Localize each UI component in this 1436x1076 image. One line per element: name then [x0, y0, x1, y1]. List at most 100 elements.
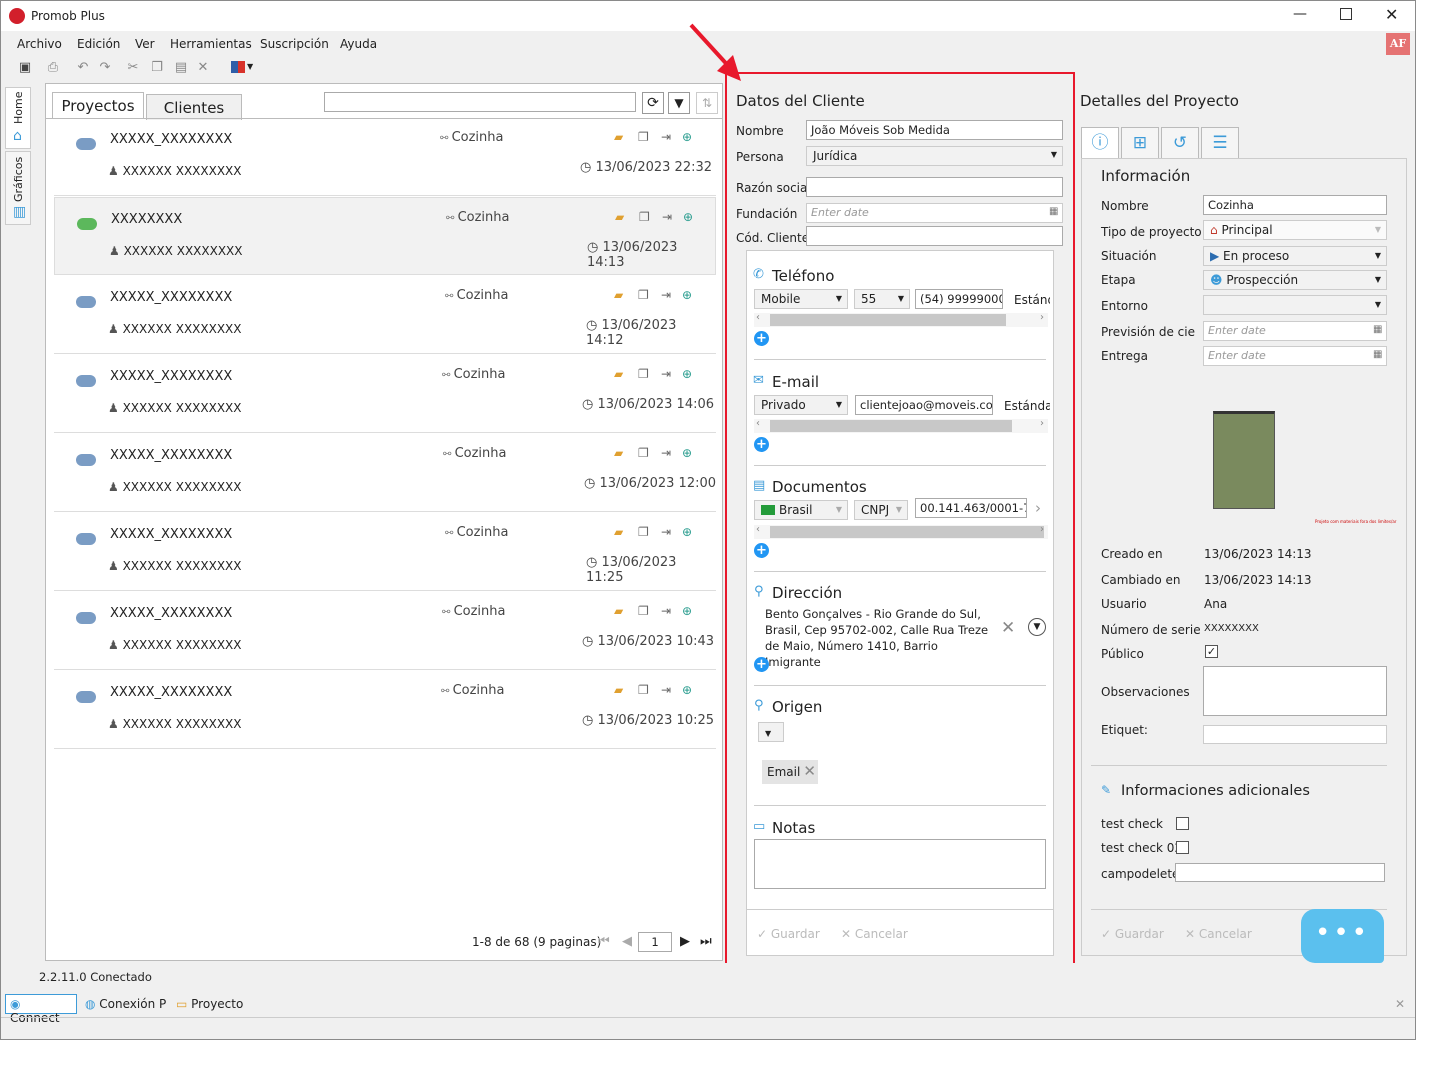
table-row[interactable]: XXXXX_XXXXXXXX ♟ XXXXXX XXXXXXXX ⚯ Cozinha… — [54, 671, 716, 749]
test-check-02-checkbox[interactable] — [1176, 841, 1189, 854]
status-tab-connect[interactable]: ◉ Connect — [5, 994, 77, 1025]
copy-icon[interactable]: ❐ — [639, 210, 652, 224]
campodelete-input[interactable] — [1175, 863, 1385, 882]
export-icon[interactable]: ⇥ — [661, 130, 674, 144]
project-cancel-button[interactable]: ✕ Cancelar — [1185, 927, 1252, 941]
share-tree-icon[interactable]: ⊕ — [682, 604, 695, 618]
copy-icon[interactable]: ❐ — [638, 446, 651, 460]
export-icon[interactable]: ⇥ — [661, 683, 674, 697]
export-icon[interactable]: ⇥ — [661, 604, 674, 618]
tab-checklist-icon[interactable]: ☰ — [1201, 127, 1239, 159]
export-icon[interactable]: ⇥ — [661, 446, 674, 460]
export-icon[interactable]: ⇥ — [662, 210, 675, 224]
next-page-icon[interactable]: ▶ — [680, 934, 690, 949]
maximize-button[interactable] — [1340, 8, 1352, 20]
open-folder-icon[interactable]: ▰ — [614, 367, 627, 381]
test-check-checkbox[interactable] — [1176, 817, 1189, 830]
menu-ver[interactable]: Ver — [135, 37, 155, 51]
menu-archivo[interactable]: Archivo — [17, 37, 62, 51]
project-name-input[interactable]: Cozinha — [1203, 195, 1387, 215]
export-icon[interactable]: ⇥ — [661, 288, 674, 302]
table-row[interactable]: XXXXX_XXXXXXXX ♟ XXXXXX XXXXXXXX ⚯ Cozinha… — [54, 355, 716, 433]
side-tab-home[interactable]: Home ⌂ — [5, 87, 31, 149]
prev-page-icon[interactable]: ◀ — [622, 934, 632, 949]
side-tab-graficos[interactable]: Gráficos ▥ — [5, 151, 31, 225]
save-icon[interactable]: ▣ — [17, 60, 33, 76]
share-tree-icon[interactable]: ⊕ — [683, 210, 696, 224]
publico-checkbox[interactable]: ✓ — [1205, 645, 1218, 658]
last-page-icon[interactable]: ⏭ — [700, 934, 712, 949]
copy-icon[interactable]: ❐ — [638, 683, 651, 697]
close-status-icon[interactable]: ✕ — [1395, 997, 1405, 1011]
redo-icon[interactable]: ↷ — [97, 60, 113, 76]
status-tab-proyecto[interactable]: ▭ Proyecto — [176, 997, 243, 1011]
menu-suscripcion[interactable]: Suscripción — [260, 37, 329, 51]
observaciones-textarea[interactable] — [1203, 666, 1387, 716]
copy-icon[interactable]: ❐ — [638, 130, 651, 144]
status-tab-conexion[interactable]: ◍ Conexión P — [85, 997, 166, 1011]
undo-icon[interactable]: ↶ — [75, 60, 91, 76]
copy-icon[interactable]: ❐ — [638, 367, 651, 381]
share-tree-icon[interactable]: ⊕ — [682, 525, 695, 539]
share-tree-icon[interactable]: ⊕ — [682, 367, 695, 381]
open-folder-icon[interactable]: ▰ — [614, 288, 627, 302]
table-row[interactable]: XXXXXXXX ♟ XXXXXX XXXXXXXX ⚯ Cozinha ◷ 13/0… — [54, 197, 716, 275]
project-save-button[interactable]: ✓ Guardar — [1101, 927, 1164, 941]
table-row[interactable]: XXXXX_XXXXXXXX ♟ XXXXXX XXXXXXXX ⚯ Cozinha… — [54, 118, 716, 196]
situacion-select[interactable]: ▶ En proceso ▼ — [1203, 246, 1387, 266]
filter-icon[interactable]: ▼ — [668, 92, 690, 114]
tab-info-icon[interactable]: ⓘ — [1081, 127, 1119, 159]
tab-clientes[interactable]: Clientes — [146, 94, 242, 120]
menu-herramientas[interactable]: Herramientas — [170, 37, 252, 51]
calendar-icon[interactable]: ▦ — [1373, 324, 1382, 335]
copy-icon[interactable]: ❐ — [638, 604, 651, 618]
first-page-icon[interactable]: ⏮ — [598, 934, 610, 949]
copy-icon[interactable]: ❐ — [149, 60, 165, 76]
table-row[interactable]: XXXXX_XXXXXXXX ♟ XXXXXX XXXXXXXX ⚯ Cozinha… — [54, 276, 716, 354]
refresh-icon[interactable]: ⟳ — [642, 92, 664, 114]
export-icon[interactable]: ⇥ — [661, 525, 674, 539]
menu-ayuda[interactable]: Ayuda — [340, 37, 377, 51]
calendar-icon[interactable]: ▦ — [1373, 349, 1382, 360]
entorno-select[interactable]: ▼ — [1203, 295, 1387, 315]
paste-icon[interactable]: ▤ — [173, 60, 189, 76]
menu-edicion[interactable]: Edición — [77, 37, 120, 51]
share-tree-icon[interactable]: ⊕ — [682, 683, 695, 697]
tab-hierarchy-icon[interactable]: ⊞ — [1121, 127, 1159, 159]
open-folder-icon[interactable]: ▰ — [614, 525, 627, 539]
color-picker-icon[interactable] — [231, 61, 245, 73]
prevision-date-input[interactable]: Enter date — [1203, 321, 1387, 341]
table-row[interactable]: XXXXX_XXXXXXXX ♟ XXXXXX XXXXXXXX ⚯ Cozinha… — [54, 513, 716, 591]
print-icon[interactable]: ⎙ — [45, 60, 61, 76]
entrega-date-input[interactable]: Enter date — [1203, 346, 1387, 366]
page-input[interactable]: 1 — [638, 932, 672, 952]
copy-icon[interactable]: ❐ — [638, 288, 651, 302]
share-tree-icon[interactable]: ⊕ — [682, 130, 695, 144]
share-tree-icon[interactable]: ⊕ — [682, 446, 695, 460]
etiquetas-input[interactable] — [1203, 725, 1387, 744]
etapa-select[interactable]: ☻ Prospección ▼ — [1203, 270, 1387, 290]
chat-bubble-button[interactable]: ••• — [1301, 909, 1384, 963]
tab-history-icon[interactable]: ↺ — [1161, 127, 1199, 159]
export-icon[interactable]: ⇥ — [661, 367, 674, 381]
open-folder-icon[interactable]: ▰ — [614, 683, 627, 697]
sort-icon[interactable]: ⇅ — [696, 92, 718, 114]
table-row[interactable]: XXXXX_XXXXXXXX ♟ XXXXXX XXXXXXXX ⚯ Cozinha… — [54, 592, 716, 670]
open-folder-icon[interactable]: ▰ — [614, 130, 627, 144]
table-row[interactable]: XXXXX_XXXXXXXX ♟ XXXXXX XXXXXXXX ⚯ Cozinha… — [54, 434, 716, 512]
chevron-down-icon[interactable]: ▼ — [247, 62, 253, 71]
tipo-select[interactable]: ⌂ Principal ▼ — [1203, 220, 1387, 240]
copy-icon[interactable]: ❐ — [638, 525, 651, 539]
share-tree-icon[interactable]: ⊕ — [682, 288, 695, 302]
close-button[interactable]: ✕ — [1385, 5, 1398, 24]
project-user: ♟ XXXXXX XXXXXXXX — [108, 164, 242, 178]
search-input[interactable] — [324, 92, 636, 112]
open-folder-icon[interactable]: ▰ — [615, 210, 628, 224]
open-folder-icon[interactable]: ▰ — [614, 446, 627, 460]
user-avatar[interactable]: AF — [1386, 33, 1410, 55]
cut-icon[interactable]: ✂ — [125, 60, 141, 76]
delete-icon[interactable]: ✕ — [195, 60, 211, 76]
minimize-button[interactable]: — — [1293, 6, 1307, 22]
open-folder-icon[interactable]: ▰ — [614, 604, 627, 618]
tab-proyectos[interactable]: Proyectos — [52, 92, 144, 118]
